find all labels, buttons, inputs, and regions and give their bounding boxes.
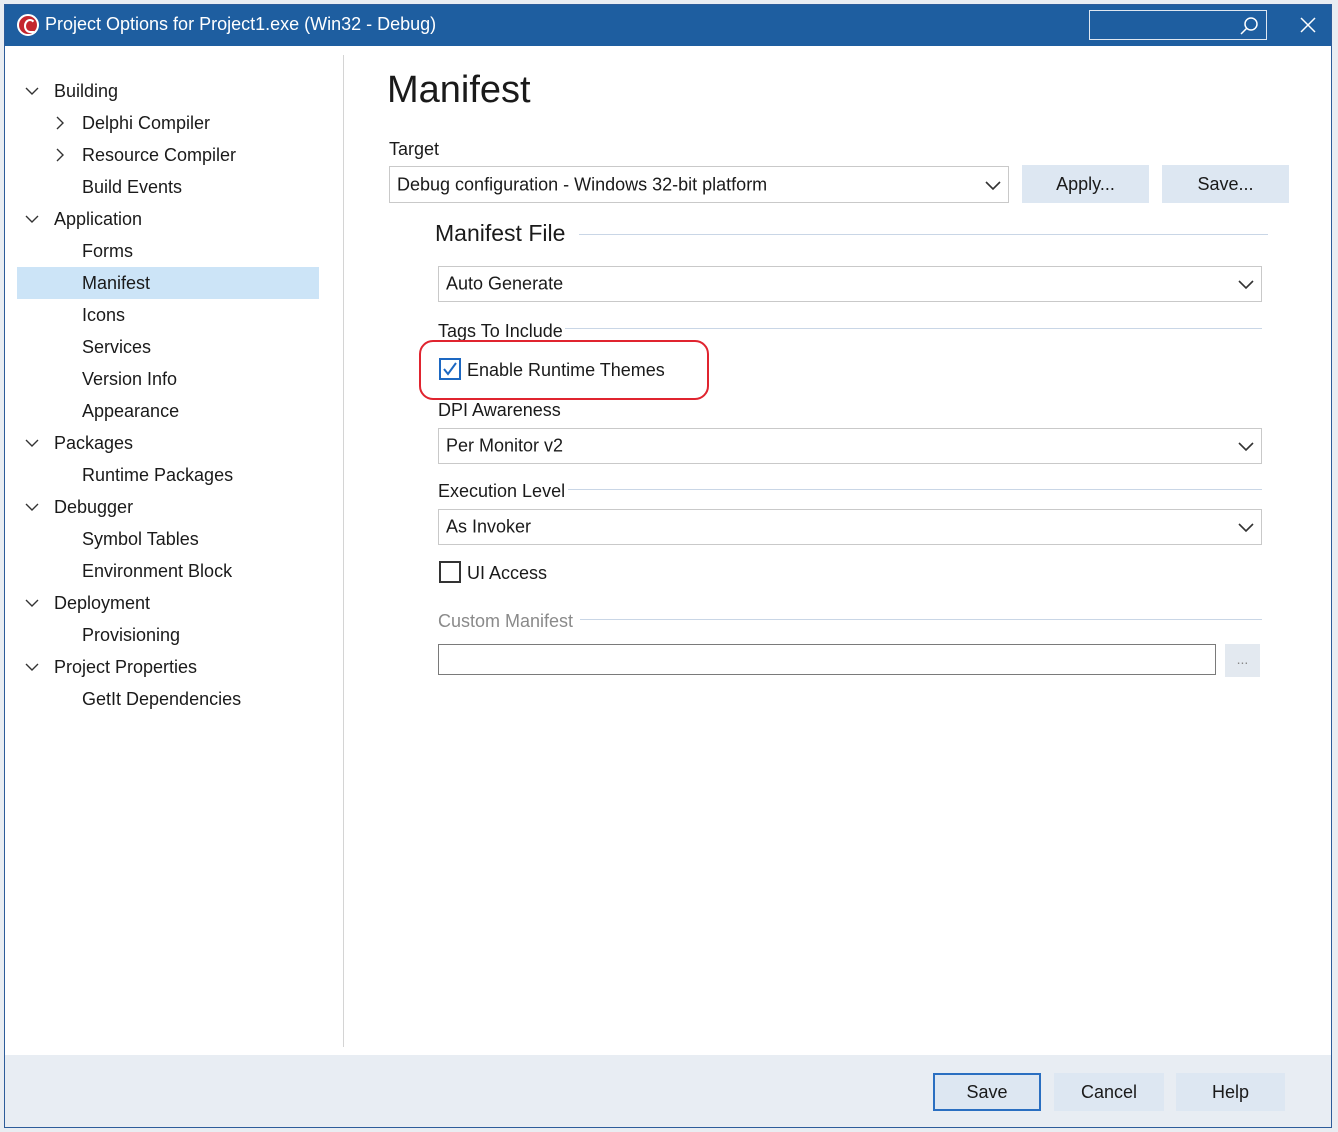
- sidebar-item-provisioning[interactable]: Provisioning: [17, 619, 319, 651]
- execution-level-value: As Invoker: [446, 516, 532, 537]
- options-tree: Building Delphi Compiler Resource Compiler…: [17, 75, 319, 715]
- manifest-file-value: Auto Generate: [446, 273, 564, 294]
- sidebar-item-services[interactable]: Services: [17, 331, 319, 363]
- ui-access-checkbox[interactable]: [439, 561, 461, 583]
- close-button[interactable]: [1293, 11, 1323, 39]
- execution-level-divider: [568, 489, 1262, 490]
- apply-button[interactable]: Apply...: [1022, 165, 1149, 203]
- chevron-down-icon: [1238, 442, 1254, 452]
- chevron-down-icon[interactable]: [25, 84, 39, 98]
- sidebar-item-label: Symbol Tables: [82, 529, 199, 549]
- ui-access-label[interactable]: UI Access: [467, 563, 547, 584]
- sidebar-item-label: Application: [54, 209, 143, 229]
- chevron-down-icon[interactable]: [25, 436, 39, 450]
- sidebar-item-deployment[interactable]: Deployment: [17, 587, 319, 619]
- close-icon: [1300, 17, 1316, 33]
- project-options-window: Project Options for Project1.exe (Win32 …: [4, 4, 1332, 1128]
- sidebar-item-delphi-compiler[interactable]: Delphi Compiler: [17, 107, 319, 139]
- sidebar-item-building[interactable]: Building: [17, 75, 319, 107]
- title-bar: Project Options for Project1.exe (Win32 …: [5, 5, 1331, 46]
- sidebar-item-version-info[interactable]: Version Info: [17, 363, 319, 395]
- chevron-right-icon[interactable]: [53, 148, 67, 162]
- tags-divider: [565, 328, 1262, 329]
- sidebar-item-build-events[interactable]: Build Events: [17, 171, 319, 203]
- manifest-file-combo[interactable]: Auto Generate: [438, 266, 1262, 302]
- enable-runtime-themes-label[interactable]: Enable Runtime Themes: [467, 360, 665, 381]
- sidebar-item-label: Services: [82, 337, 152, 357]
- help-button[interactable]: Help: [1176, 1073, 1285, 1111]
- sidebar-item-resource-compiler[interactable]: Resource Compiler: [17, 139, 319, 171]
- sidebar-item-label: Appearance: [82, 401, 180, 421]
- sidebar-item-forms[interactable]: Forms: [17, 235, 319, 267]
- execution-level-heading: Execution Level: [438, 481, 566, 501]
- dialog-footer: Save Cancel Help: [5, 1055, 1331, 1127]
- custom-manifest-divider: [580, 619, 1262, 620]
- tags-heading: Tags To Include: [438, 321, 563, 341]
- execution-level-combo[interactable]: As Invoker: [438, 509, 1262, 545]
- sidebar-item-manifest[interactable]: Manifest: [17, 267, 319, 299]
- sidebar-item-label: Icons: [82, 305, 126, 325]
- manifest-file-heading: Manifest File: [435, 220, 566, 246]
- search-icon: [1240, 17, 1258, 35]
- sidebar-item-label: Provisioning: [82, 625, 181, 645]
- dpi-awareness-combo[interactable]: Per Monitor v2: [438, 428, 1262, 464]
- sidebar-item-label: Build Events: [82, 177, 183, 197]
- sidebar-item-label: Resource Compiler: [82, 145, 237, 165]
- target-combo-value: Debug configuration - Windows 32-bit pla…: [397, 174, 768, 194]
- chevron-down-icon[interactable]: [25, 212, 39, 226]
- dpi-awareness-value: Per Monitor v2: [446, 435, 564, 456]
- chevron-down-icon[interactable]: [25, 500, 39, 514]
- sidebar-item-label: Runtime Packages: [82, 465, 234, 485]
- sidebar-item-project-properties[interactable]: Project Properties: [17, 651, 319, 683]
- sidebar-item-label: Forms: [82, 241, 133, 261]
- sidebar-item-label: Version Info: [82, 369, 178, 389]
- sidebar-item-label: Manifest: [82, 273, 151, 293]
- sidebar-item-runtime-packages[interactable]: Runtime Packages: [17, 459, 319, 491]
- custom-manifest-input[interactable]: [438, 644, 1216, 675]
- sidebar-item-label: Building: [54, 81, 119, 101]
- page-title: Manifest: [387, 69, 531, 111]
- sidebar-item-application[interactable]: Application: [17, 203, 319, 235]
- target-label: Target: [389, 139, 440, 159]
- sidebar-item-appearance[interactable]: Appearance: [17, 395, 319, 427]
- sidebar-item-label: Debugger: [54, 497, 134, 517]
- chevron-right-icon[interactable]: [53, 116, 67, 130]
- custom-manifest-heading: Custom Manifest: [438, 611, 574, 631]
- sidebar-item-label: Packages: [54, 433, 134, 453]
- sidebar-item-symbol-tables[interactable]: Symbol Tables: [17, 523, 319, 555]
- sidebar-item-label: Delphi Compiler: [82, 113, 211, 133]
- sidebar-item-label: Environment Block: [82, 561, 233, 581]
- save-button[interactable]: Save: [933, 1073, 1041, 1111]
- chevron-down-icon: [1238, 523, 1254, 533]
- chevron-down-icon[interactable]: [25, 660, 39, 674]
- enable-runtime-themes-checkbox[interactable]: [439, 358, 461, 380]
- manifest-file-divider: [579, 234, 1268, 235]
- window-title: Project Options for Project1.exe (Win32 …: [45, 14, 437, 34]
- sidebar-item-getit-dependencies[interactable]: GetIt Dependencies: [17, 683, 319, 715]
- delphi-app-icon: [17, 14, 39, 36]
- save-target-button[interactable]: Save...: [1162, 165, 1289, 203]
- options-search-input[interactable]: [1089, 10, 1267, 40]
- checkmark-icon: [443, 362, 457, 376]
- sidebar-item-label: Project Properties: [54, 657, 198, 677]
- sidebar-item-label: GetIt Dependencies: [82, 689, 242, 709]
- cancel-button[interactable]: Cancel: [1054, 1073, 1164, 1111]
- chevron-down-icon: [1238, 280, 1254, 290]
- sidebar-item-packages[interactable]: Packages: [17, 427, 319, 459]
- sidebar-item-icons[interactable]: Icons: [17, 299, 319, 331]
- sidebar-item-environment-block[interactable]: Environment Block: [17, 555, 319, 587]
- sidebar-divider: [343, 55, 344, 1047]
- target-combo[interactable]: Debug configuration - Windows 32-bit pla…: [389, 166, 1009, 203]
- dpi-awareness-heading: DPI Awareness: [438, 400, 561, 420]
- sidebar-item-debugger[interactable]: Debugger: [17, 491, 319, 523]
- chevron-down-icon[interactable]: [25, 596, 39, 610]
- chevron-down-icon: [985, 180, 1001, 190]
- sidebar-item-label: Deployment: [54, 593, 151, 613]
- browse-button[interactable]: ...: [1225, 644, 1260, 677]
